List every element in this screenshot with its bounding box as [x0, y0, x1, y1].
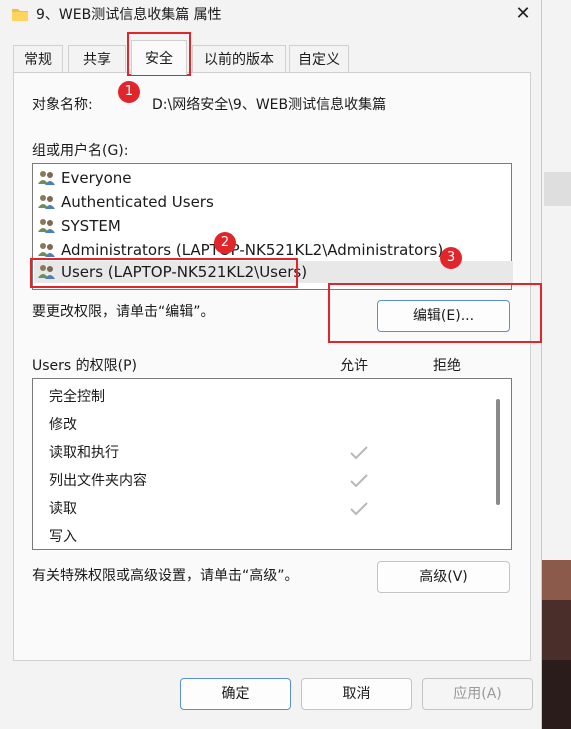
allow-check-icon: [350, 446, 368, 460]
annotation-box-users-item: [30, 258, 298, 288]
deny-column-header: 拒绝: [433, 358, 461, 374]
users-group-icon: [38, 219, 55, 233]
list-item-label: SYSTEM: [61, 217, 121, 235]
permissions-scrollbar[interactable]: [496, 399, 500, 505]
users-group-icon: [38, 243, 55, 257]
tab-previous-versions[interactable]: 以前的版本: [192, 45, 286, 74]
object-name-value: D:\网络安全\9、WEB测试信息收集篇: [152, 97, 387, 113]
apply-button[interactable]: 应用(A): [422, 678, 533, 710]
permission-row: 写入: [49, 529, 77, 545]
background-window: [540, 0, 571, 729]
annotation-badge-2: 2: [214, 232, 236, 254]
cancel-button[interactable]: 取消: [301, 678, 412, 710]
permission-row: 修改: [49, 417, 77, 433]
close-button[interactable]: ✕: [508, 2, 538, 26]
permission-row: 列出文件夹内容: [49, 473, 147, 489]
list-item-everyone[interactable]: Everyone: [37, 167, 132, 189]
tab-security[interactable]: 安全: [131, 40, 187, 75]
allow-check-icon: [350, 502, 368, 516]
users-group-icon: [38, 171, 55, 185]
advanced-button[interactable]: 高级(V): [377, 561, 510, 593]
groups-label: 组或用户名(G):: [32, 143, 129, 159]
list-item-label: Authenticated Users: [61, 193, 214, 211]
permission-row: 完全控制: [49, 389, 105, 405]
object-name-label: 对象名称:: [32, 97, 93, 113]
advanced-hint: 有关特殊权限或高级设置，请单击“高级”。: [32, 568, 299, 584]
list-item-system[interactable]: SYSTEM: [37, 215, 121, 237]
tab-customize[interactable]: 自定义: [289, 45, 349, 74]
permission-row: 读取和执行: [49, 445, 119, 461]
permission-row: 读取: [49, 501, 77, 517]
list-item-label: Everyone: [61, 169, 132, 187]
allow-check-icon: [350, 474, 368, 488]
change-permissions-hint: 要更改权限，请单击“编辑”。: [32, 304, 215, 320]
users-group-icon: [38, 195, 55, 209]
background-strip: [544, 172, 571, 206]
window-title: 9、WEB测试信息收集篇 属性: [36, 7, 222, 23]
list-item-label: Administrators (LAPTOP-NK521KL2\Administ…: [61, 241, 444, 259]
annotation-badge-3: 3: [440, 247, 462, 269]
ok-button[interactable]: 确定: [180, 678, 291, 710]
properties-dialog: 9、WEB测试信息收集篇 属性 ✕ 常规 共享 安全 以前的版本 自定义 对象名…: [0, 0, 542, 729]
permissions-header: Users 的权限(P): [32, 358, 138, 374]
annotation-badge-1: 1: [118, 81, 140, 103]
list-item-authenticated-users[interactable]: Authenticated Users: [37, 191, 214, 213]
allow-column-header: 允许: [340, 358, 368, 374]
title-bar: 9、WEB测试信息收集篇 属性 ✕: [0, 0, 541, 32]
permissions-list[interactable]: 完全控制 修改 读取和执行 列出文件夹内容 读取 写入: [32, 378, 512, 550]
tab-sharing[interactable]: 共享: [68, 45, 126, 74]
annotation-box-edit-button: [328, 283, 542, 343]
close-icon: ✕: [515, 3, 531, 24]
tab-general[interactable]: 常规: [13, 45, 63, 74]
folder-icon: [12, 9, 28, 21]
